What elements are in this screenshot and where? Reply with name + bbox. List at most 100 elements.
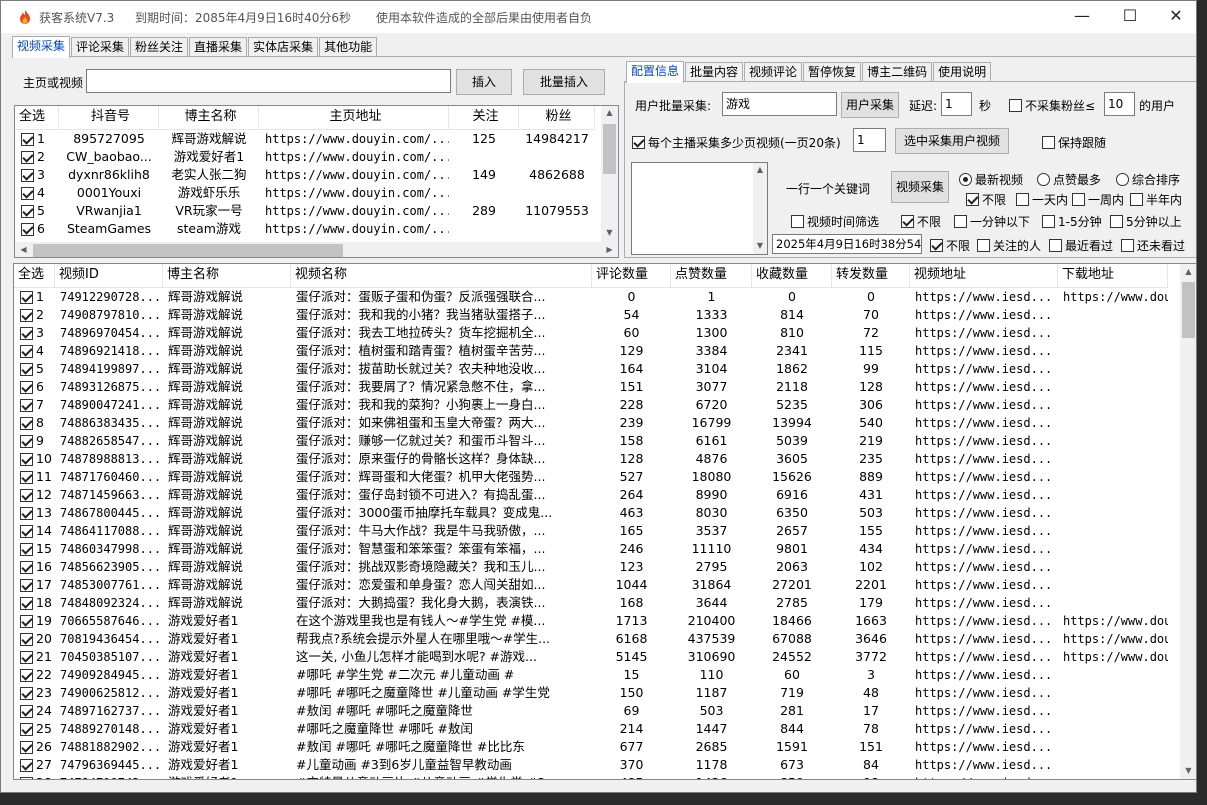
scroll-down-icon[interactable]: ▼ (1180, 766, 1196, 775)
video-select-cell[interactable]: 15 (14, 540, 55, 558)
title-bar[interactable]: 获客系统V7.3 到期时间：2085年4月9日16时40分6秒 使用本软件造成的… (1, 1, 1196, 33)
video-select-cell[interactable]: 19 (14, 612, 55, 630)
video-select-cell[interactable]: 3 (14, 324, 55, 342)
user-select-cell[interactable]: 5 (15, 202, 59, 220)
hscroll-thumb[interactable] (33, 244, 343, 257)
checkbox-checked-icon[interactable] (20, 398, 33, 412)
video-table-row[interactable]: 13 74867800445... 辉哥游戏解说 蛋仔派对：3000蛋币抽摩托车载具？… (14, 504, 1180, 522)
checkbox-checked-icon[interactable] (20, 416, 33, 430)
checkbox-checked-icon[interactable] (21, 150, 34, 164)
user-collect-button[interactable]: 用户采集 (841, 92, 899, 118)
video-select-cell[interactable]: 16 (14, 558, 55, 576)
checkbox-checked-icon[interactable] (20, 650, 33, 664)
keyword-textarea[interactable]: ▲ ▼ (631, 162, 768, 255)
video-select-cell[interactable]: 6 (14, 378, 55, 396)
checkbox-checked-icon[interactable] (20, 596, 33, 610)
checkbox-checked-icon[interactable] (20, 380, 33, 394)
video-table-row[interactable]: 14 74864117088... 辉哥游戏解说 蛋仔派对：牛马大作战？我是牛马我骄傲… (14, 522, 1180, 540)
video-select-cell[interactable]: 22 (14, 666, 55, 684)
checkbox-checked-icon[interactable] (21, 186, 34, 200)
sort-likes-radio[interactable]: 点赞最多 (1037, 171, 1101, 188)
video-select-cell[interactable]: 9 (14, 432, 55, 450)
video-select-cell[interactable]: 4 (14, 342, 55, 360)
sort-latest-radio[interactable]: 最新视频 (959, 171, 1023, 188)
video-select-cell[interactable]: 24 (14, 702, 55, 720)
skip-fans-input[interactable]: 10 (1104, 92, 1135, 116)
video-table-row[interactable]: 9 74882658547... 辉哥游戏解说 蛋仔派对：赚够一亿就过关？和蛋币斗智斗… (14, 432, 1180, 450)
maximize-button[interactable]: ☐ (1107, 1, 1153, 33)
tab-pause-resume[interactable]: 暂停恢复 (803, 62, 862, 82)
tab-live-collect[interactable]: 直播采集 (189, 37, 248, 57)
video-select-cell[interactable]: 13 (14, 504, 55, 522)
video-table-row[interactable]: 22 74909284945... 游戏爱好者1 #哪吒 #学生党 #二次元 #儿童动… (14, 666, 1180, 684)
checkbox-checked-icon[interactable] (20, 632, 33, 646)
scroll-up-icon[interactable]: ▲ (753, 165, 767, 174)
video-select-cell[interactable]: 28 (14, 774, 55, 779)
video-select-cell[interactable]: 26 (14, 738, 55, 756)
video-table-row[interactable]: 23 74900625812... 游戏爱好者1 #哪吒 #哪吒之魔童降世 #儿童动画… (14, 684, 1180, 702)
tab-fans-follow[interactable]: 粉丝关注 (130, 37, 189, 57)
video-collect-button[interactable]: 视频采集 (891, 171, 949, 203)
user-col-header[interactable]: 全选 (15, 106, 59, 130)
video-table-row[interactable]: 10 74878988813... 辉哥游戏解说 蛋仔派对：原来蛋仔的骨骼长这样？身体… (14, 450, 1180, 468)
dur-unlimited-checkbox[interactable]: 不限 (901, 213, 941, 230)
rel-unseen-checkbox[interactable]: 还未看过 (1121, 237, 1185, 254)
checkbox-checked-icon[interactable] (20, 668, 33, 682)
user-select-cell[interactable]: 1 (15, 130, 59, 148)
checkbox-checked-icon[interactable] (20, 722, 33, 736)
checkbox-checked-icon[interactable] (21, 168, 34, 182)
video-table-row[interactable]: 24 74897162737... 游戏爱好者1 #敖闰 #哪吒 #哪吒之魔童降世 69… (14, 702, 1180, 720)
video-table-row[interactable]: 2 74908797810... 辉哥游戏解说 蛋仔派对：我和我的小猪？我当猪驮蛋搭子… (14, 306, 1180, 324)
video-table-row[interactable]: 3 74896970454... 辉哥游戏解说 蛋仔派对：我去工地拉砖头？货车挖掘机全… (14, 324, 1180, 342)
user-table-row[interactable]: 3 dyxnr86klih8 老实人张二狗 https://www.douyin.co… (15, 166, 605, 184)
video-select-cell[interactable]: 1 (14, 288, 55, 306)
tab-comment-collect[interactable]: 评论采集 (71, 37, 130, 57)
checkbox-checked-icon[interactable] (21, 132, 34, 146)
user-select-cell[interactable]: 4 (15, 184, 59, 202)
video-select-cell[interactable]: 10 (14, 450, 55, 468)
rel-unlimited-checkbox[interactable]: 不限 (930, 237, 970, 254)
rel-followed-checkbox[interactable]: 关注的人 (977, 237, 1041, 254)
checkbox-checked-icon[interactable] (20, 704, 33, 718)
video-table-row[interactable]: 12 74871459663... 辉哥游戏解说 蛋仔派对：蛋仔岛封锁不可进入？有捣乱… (14, 486, 1180, 504)
tab-store-collect[interactable]: 实体店采集 (248, 37, 319, 57)
video-select-cell[interactable]: 20 (14, 630, 55, 648)
checkbox-checked-icon[interactable] (20, 452, 33, 466)
scroll-down-icon[interactable]: ▼ (601, 228, 618, 237)
tab-config-info[interactable]: 配置信息 (626, 61, 685, 83)
video-table-row[interactable]: 8 74886383435... 辉哥游戏解说 蛋仔派对：如来佛祖蛋和玉皇大帝蛋？两大… (14, 414, 1180, 432)
video-col-header[interactable]: 全选 (14, 264, 55, 288)
tab-other-functions[interactable]: 其他功能 (319, 37, 378, 57)
scroll-up-icon[interactable]: ▲ (601, 108, 618, 117)
video-select-cell[interactable]: 18 (14, 594, 55, 612)
video-select-cell[interactable]: 27 (14, 756, 55, 774)
tab-usage-guide[interactable]: 使用说明 (933, 62, 992, 82)
video-select-cell[interactable]: 12 (14, 486, 55, 504)
video-select-cell[interactable]: 2 (14, 306, 55, 324)
tab-blogger-qrcode[interactable]: 博主二维码 (862, 62, 933, 82)
datetime-input[interactable]: 2025年4月9日16时38分54秒 (772, 234, 922, 254)
checkbox-checked-icon[interactable] (21, 222, 34, 236)
video-select-cell[interactable]: 7 (14, 396, 55, 414)
scroll-thumb[interactable] (1182, 282, 1195, 338)
keyword-scroll[interactable]: ▲ ▼ (753, 163, 767, 254)
video-table-row[interactable]: 26 74881882902... 游戏爱好者1 #敖闰 #哪吒 #哪吒之魔童降世 #… (14, 738, 1180, 756)
video-table-row[interactable]: 4 74896921418... 辉哥游戏解说 蛋仔派对：植树蛋和踏青蛋？植树蛋辛苦劳… (14, 342, 1180, 360)
user-table-hscroll[interactable]: ◀ ▶ (15, 242, 618, 257)
video-table-row[interactable]: 18 74848092324... 辉哥游戏解说 蛋仔派对：大鹅捣蛋？我化身大鹅，表演… (14, 594, 1180, 612)
checkbox-checked-icon[interactable] (20, 524, 33, 538)
user-table-row[interactable]: 4 0001Youxi 游戏虾乐乐 https://www.douyin.com/..… (15, 184, 605, 202)
video-table-row[interactable]: 25 74889270148... 游戏爱好者1 #哪吒之魔童降世 #哪吒 #敖闰 21… (14, 720, 1180, 738)
checkbox-checked-icon[interactable] (20, 542, 33, 556)
batch-insert-button[interactable]: 批量插入 (523, 69, 605, 95)
tab-batch-content[interactable]: 批量内容 (685, 62, 744, 82)
sort-overall-radio[interactable]: 综合排序 (1116, 171, 1180, 188)
user-select-cell[interactable]: 3 (15, 166, 59, 184)
video-table-row[interactable]: 17 74853007761... 辉哥游戏解说 蛋仔派对：恋爱蛋和单身蛋？恋人闯关甜… (14, 576, 1180, 594)
keep-follow-checkbox[interactable]: 保持跟随 (1042, 134, 1106, 151)
checkbox-checked-icon[interactable] (20, 470, 33, 484)
video-table-row[interactable]: 15 74860347998... 辉哥游戏解说 蛋仔派对：智慧蛋和笨笨蛋？笨蛋有笨福… (14, 540, 1180, 558)
dur-5min-checkbox[interactable]: 5分钟以上 (1110, 213, 1182, 230)
delay-input[interactable]: 1 (941, 92, 972, 116)
checkbox-checked-icon[interactable] (21, 204, 34, 218)
